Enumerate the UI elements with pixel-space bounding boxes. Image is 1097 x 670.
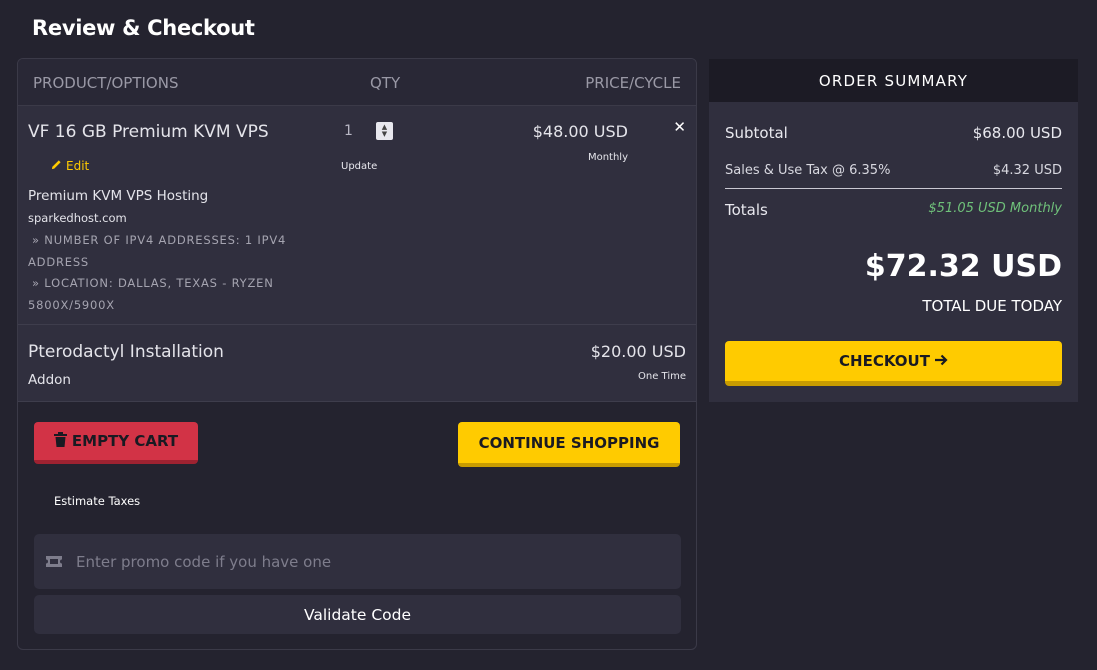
qty-value[interactable]: 1 — [336, 123, 376, 139]
qty-stepper[interactable]: 1 ▲ ▼ — [336, 122, 393, 140]
validate-code-button[interactable]: Validate Code — [34, 595, 681, 634]
estimate-taxes-link[interactable]: Estimate Taxes — [54, 494, 140, 508]
tax-label: Sales & Use Tax @ 6.35% — [725, 163, 891, 178]
header-price: Price/Cycle — [585, 74, 681, 92]
subtotal-label: Subtotal — [725, 124, 788, 142]
item-name: Pterodactyl Installation — [28, 342, 224, 362]
empty-cart-label: EMPTY CART — [71, 432, 179, 450]
item-option: » Number of IPv4 Addresses: 1 IPv4 Addre… — [28, 233, 287, 269]
promo-field[interactable] — [34, 534, 681, 589]
item-domain: sparkedhost.com — [28, 211, 127, 225]
qty-spin-icon[interactable]: ▲ ▼ — [376, 122, 393, 140]
item-price: $20.00 USD — [590, 342, 686, 361]
total-due-label: TOTAL DUE TODAY — [922, 297, 1062, 315]
edit-link[interactable]: Edit — [51, 159, 89, 173]
recurring-total: $51.05 USD Monthly — [928, 201, 1062, 216]
continue-shopping-button[interactable]: CONTINUE SHOPPING — [458, 422, 680, 467]
header-qty: Qty — [370, 74, 401, 92]
totals-row: Totals $51.05 USD Monthly — [725, 201, 1062, 219]
header-product: Product/Options — [33, 74, 179, 92]
trash-icon — [53, 431, 67, 451]
item-group: Premium KVM VPS Hosting — [28, 188, 209, 204]
cart-table-header: Product/Options Qty Price/Cycle — [18, 59, 696, 106]
checkout-button[interactable]: CHECKOUT — [725, 341, 1062, 386]
total-due-amount: $72.32 USD — [864, 249, 1062, 284]
item-cycle: One Time — [637, 371, 686, 382]
ticket-icon — [46, 552, 62, 571]
order-summary: Order Summary Subtotal $68.00 USD Sales … — [709, 59, 1078, 402]
item-option: » Location: Dallas, Texas - Ryzen 5800X/… — [28, 276, 274, 312]
tax-row: Sales & Use Tax @ 6.35% $4.32 USD — [725, 163, 1062, 178]
cart-panel: Product/Options Qty Price/Cycle VF 16 GB… — [17, 58, 697, 650]
totals-label: Totals — [725, 201, 768, 219]
cart-item-vps: VF 16 GB Premium KVM VPS Edit Premium KV… — [18, 106, 696, 325]
tax-value: $4.32 USD — [992, 163, 1062, 178]
page-title: Review & Checkout — [32, 16, 255, 40]
update-link[interactable]: Update — [341, 161, 377, 172]
promo-input[interactable] — [76, 552, 636, 571]
item-options: » Number of IPv4 Addresses: 1 IPv4 Addre… — [28, 230, 298, 316]
order-summary-heading: Order Summary — [709, 59, 1078, 102]
subtotal-row: Subtotal $68.00 USD — [725, 124, 1062, 142]
edit-label: Edit — [66, 159, 90, 173]
item-price: $48.00 USD — [532, 122, 628, 141]
close-icon[interactable]: ✕ — [673, 118, 686, 136]
item-type: Addon — [28, 372, 71, 388]
pencil-icon — [51, 159, 62, 173]
cart-item-addon: Pterodactyl Installation Addon $20.00 US… — [18, 325, 696, 402]
empty-cart-button[interactable]: EMPTY CART — [34, 422, 198, 464]
item-cycle: Monthly — [587, 152, 628, 163]
checkout-label: CHECKOUT — [839, 352, 930, 370]
subtotal-value: $68.00 USD — [972, 124, 1062, 142]
arrow-right-icon — [934, 352, 948, 370]
summary-divider — [725, 188, 1062, 189]
item-name: VF 16 GB Premium KVM VPS — [28, 122, 269, 142]
